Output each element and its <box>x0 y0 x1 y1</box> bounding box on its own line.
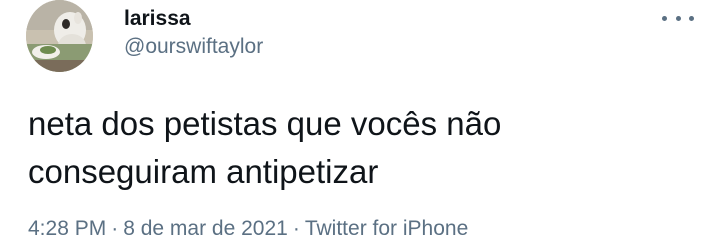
author-handle[interactable]: @ourswiftaylor <box>124 34 263 60</box>
more-horizontal-icon <box>662 15 667 21</box>
tweet-source-link[interactable]: Twitter for iPhone <box>305 217 468 240</box>
meta-separator: · <box>292 217 300 240</box>
avatar[interactable] <box>26 0 93 72</box>
tweet-text-line: conseguiram antipetizar <box>28 153 379 190</box>
more-horizontal-icon <box>689 15 694 21</box>
more-horizontal-icon <box>675 15 681 21</box>
more-options-button[interactable] <box>662 8 694 28</box>
tweet-date[interactable]: 8 de mar de 2021 <box>123 217 288 240</box>
meta-separator: · <box>111 217 119 240</box>
tweet-meta: 4:28 PM · 8 de mar de 2021 · Twitter for iPh… <box>28 216 468 240</box>
tweet-text-line: neta dos petistas que vocês não <box>28 105 502 142</box>
tweet-time[interactable]: 4:28 PM <box>28 217 106 240</box>
tweet-card: larissa @ourswiftaylor neta dos petistas… <box>0 0 720 240</box>
avatar-image <box>26 0 93 72</box>
author-display-name[interactable]: larissa <box>124 6 191 32</box>
tweet-text: neta dos petistas que vocês não consegui… <box>28 100 688 196</box>
